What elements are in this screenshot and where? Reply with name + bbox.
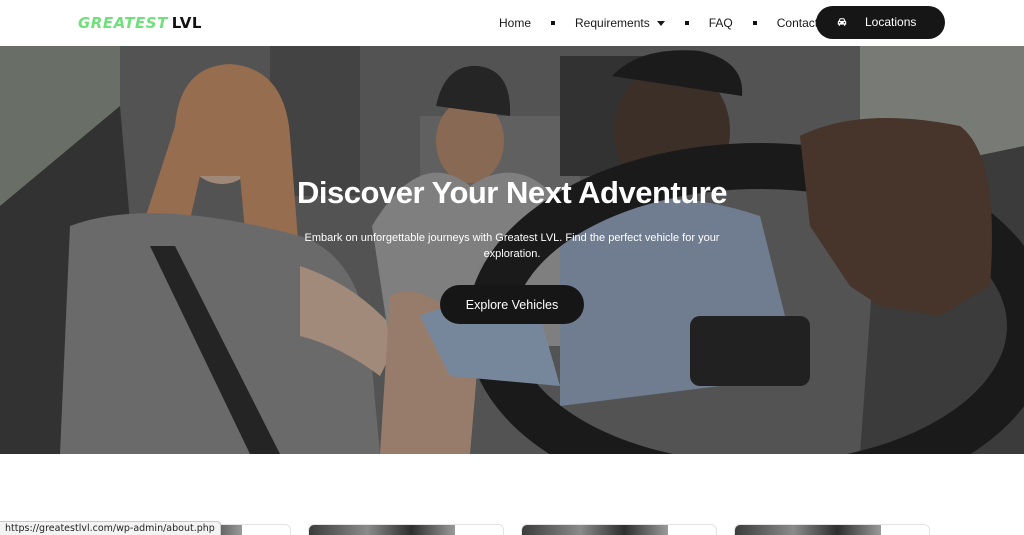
- locations-button-label: Locations: [865, 15, 917, 29]
- nav-home[interactable]: Home: [499, 16, 531, 30]
- vehicle-card-image: [735, 525, 881, 535]
- vehicle-card[interactable]: [308, 524, 504, 535]
- nav-separator: [684, 21, 689, 25]
- nav-faq-label: FAQ: [708, 16, 733, 30]
- site-header: GREATEST LVL Home Requirements FAQ Conta…: [0, 0, 1024, 46]
- nav-separator: [752, 21, 757, 25]
- logo-part-lvl: LVL: [171, 14, 202, 32]
- hero-title: Discover Your Next Adventure: [297, 175, 727, 210]
- logo-part-greatest: GREATEST: [78, 14, 168, 32]
- hero-subtitle: Embark on unforgettable journeys with Gr…: [304, 232, 720, 260]
- vehicle-card-image: [522, 525, 668, 535]
- site-logo[interactable]: GREATEST LVL: [78, 14, 202, 32]
- hero-section: Discover Your Next Adventure Embark on u…: [0, 46, 1024, 454]
- nav-contact[interactable]: Contact: [777, 16, 818, 30]
- nav-home-label: Home: [499, 16, 532, 30]
- nav-requirements[interactable]: Requirements: [575, 16, 665, 30]
- vehicle-card[interactable]: [521, 524, 717, 535]
- vehicle-card[interactable]: [734, 524, 930, 535]
- nav-contact-label: Contact: [776, 16, 819, 30]
- nav-faq[interactable]: FAQ: [709, 16, 733, 30]
- locations-button[interactable]: Locations: [816, 6, 945, 39]
- browser-status-url: https://greatestlvl.com/wp-admin/about.p…: [0, 521, 221, 535]
- nav-separator: [551, 21, 556, 25]
- nav-requirements-label: Requirements: [575, 16, 650, 30]
- explore-vehicles-button[interactable]: Explore Vehicles: [440, 285, 584, 324]
- chevron-down-icon: [656, 20, 665, 26]
- car-icon: [837, 18, 847, 26]
- main-nav: Home Requirements FAQ Contact: [499, 0, 818, 46]
- vehicle-card-image: [309, 525, 455, 535]
